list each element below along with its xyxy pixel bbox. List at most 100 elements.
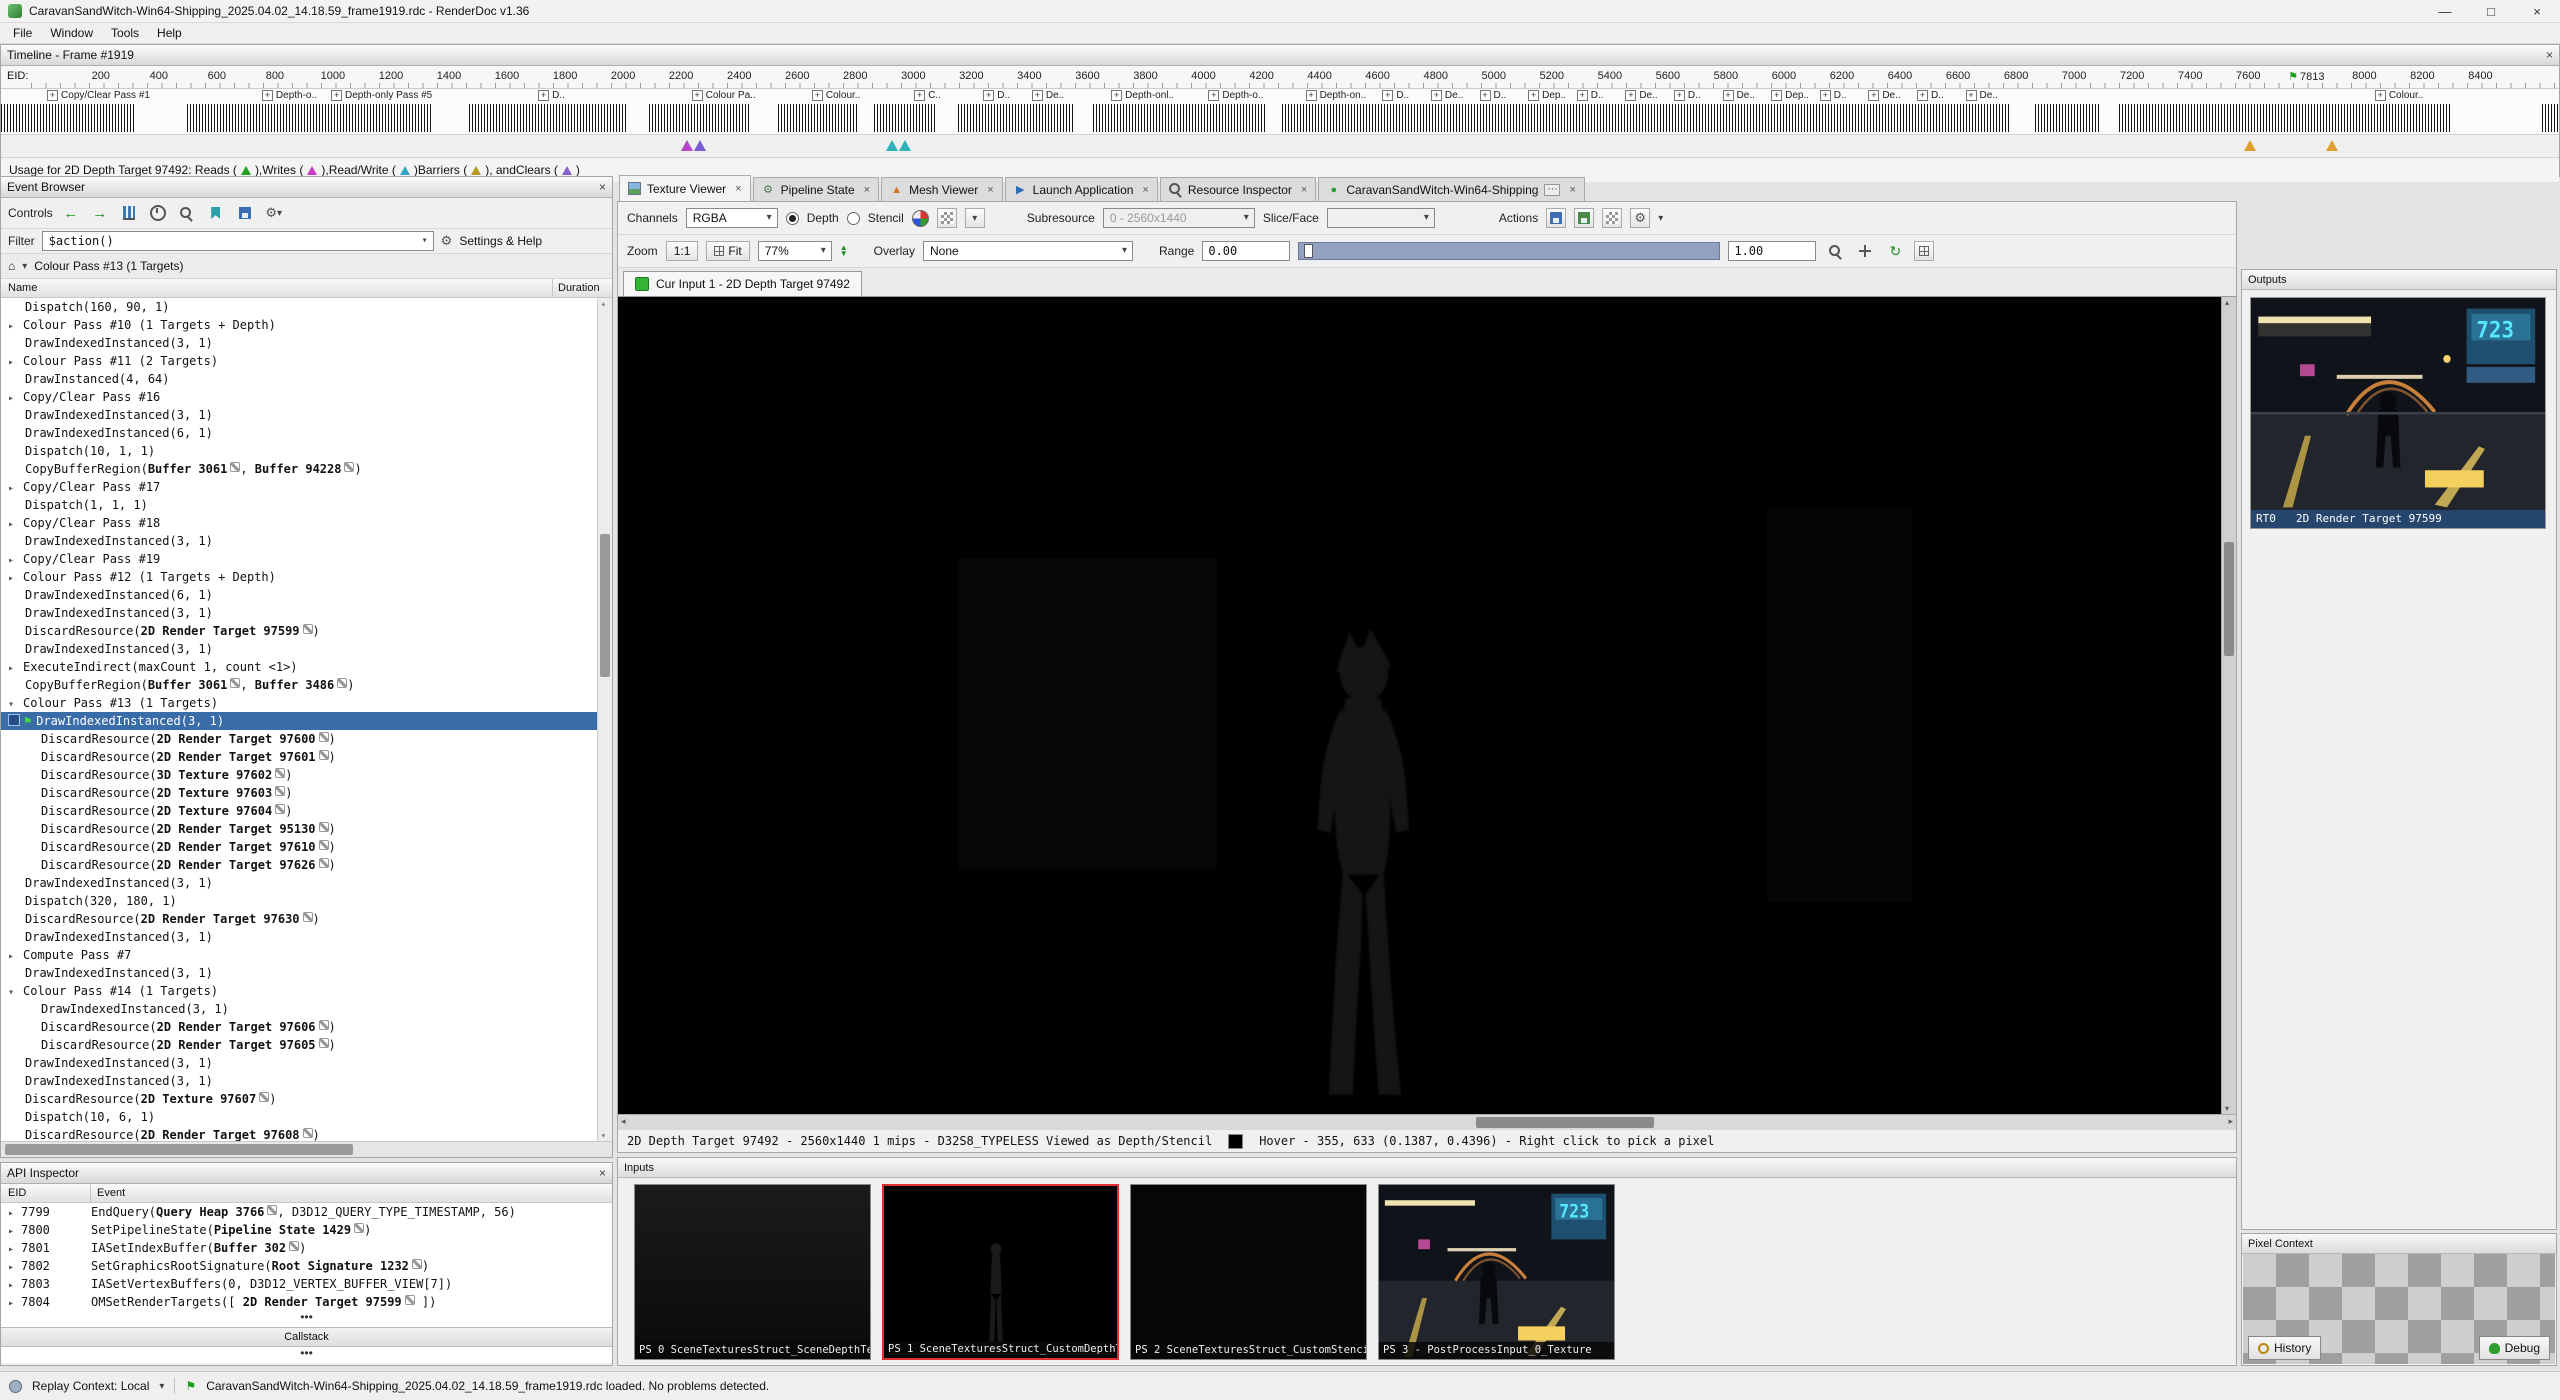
tree-expand-icon[interactable]: ▸ — [8, 390, 23, 406]
maximize-button[interactable]: □ — [2468, 0, 2514, 22]
api-inspector-close-icon[interactable]: × — [599, 1167, 606, 1179]
event-row[interactable]: DrawIndexedInstanced(3, 1) — [1, 928, 598, 946]
flip-y-icon[interactable]: ▲▼ — [840, 245, 848, 257]
eid-tick-label[interactable]: 4800 — [1423, 70, 1447, 82]
timeline-pass-label[interactable]: +Depth-on.. — [1306, 90, 1367, 101]
menu-tools[interactable]: Tools — [102, 24, 148, 42]
expand-plus-icon[interactable]: + — [1480, 90, 1491, 101]
usage-marker-icon[interactable] — [886, 140, 898, 151]
event-row[interactable]: DrawIndexedInstanced(6, 1) — [1, 424, 598, 442]
resource-link-icon[interactable] — [319, 1020, 329, 1030]
expand-plus-icon[interactable]: + — [1868, 90, 1879, 101]
zoom-percent-select[interactable]: 77% — [758, 241, 832, 261]
tab-close-icon[interactable]: × — [1142, 184, 1148, 196]
replay-context-label[interactable]: Replay Context: Local — [32, 1379, 149, 1393]
resource-link-icon[interactable] — [289, 1241, 299, 1251]
eid-tick-label[interactable]: 4600 — [1365, 70, 1389, 82]
stencil-radio[interactable] — [847, 212, 860, 225]
usage-marker-icon[interactable] — [899, 140, 911, 151]
timeline-pass-label[interactable]: +C.. — [914, 90, 941, 101]
expand-plus-icon[interactable]: + — [1382, 90, 1393, 101]
event-row[interactable]: ▸Copy/Clear Pass #16 — [1, 388, 598, 406]
event-row[interactable]: DrawIndexedInstanced(3, 1) — [1, 406, 598, 424]
tab-capture[interactable]: ● CaravanSandWitch-Win64-Shipping ⋯ × — [1318, 177, 1585, 201]
overlay-select[interactable]: None — [923, 241, 1133, 261]
expand-plus-icon[interactable]: + — [1674, 90, 1685, 101]
timeline-pass-label[interactable]: +De.. — [1431, 90, 1463, 101]
eid-tick-label[interactable]: 4000 — [1191, 70, 1215, 82]
range-slider-thumb[interactable] — [1304, 244, 1313, 258]
bookmark-button[interactable] — [205, 201, 227, 225]
usage-marker-icon[interactable] — [694, 140, 706, 151]
timeline-ruler[interactable]: EID: 20040060080010001200140016001800200… — [1, 66, 2559, 89]
scrollbar-thumb[interactable] — [600, 534, 610, 677]
event-row[interactable]: DiscardResource(2D Render Target 97610) — [1, 838, 598, 856]
api-row[interactable]: ▸7802SetGraphicsRootSignature(Root Signa… — [1, 1257, 612, 1275]
callstack-section-header[interactable]: Callstack — [1, 1327, 612, 1347]
timeline-pass-label[interactable]: +Depth-onl.. — [1111, 90, 1174, 101]
event-row[interactable]: ▸Colour Pass #12 (1 Targets + Depth) — [1, 568, 598, 586]
close-button[interactable]: × — [2514, 0, 2560, 22]
event-row[interactable]: ▾Colour Pass #14 (1 Targets) — [1, 982, 598, 1000]
eid-tick-label[interactable]: 3800 — [1133, 70, 1157, 82]
options-button[interactable]: ⚙▾ — [263, 201, 285, 225]
tab-close-icon[interactable]: × — [735, 183, 741, 195]
event-row[interactable]: ▸Copy/Clear Pass #17 — [1, 478, 598, 496]
timeline-pass-label[interactable]: +D.. — [1820, 90, 1847, 101]
event-tree-vscrollbar[interactable]: ▴ ▾ — [597, 298, 612, 1141]
expand-plus-icon[interactable]: + — [1577, 90, 1588, 101]
api-row[interactable]: ▸7804OMSetRenderTargets([ 2D Render Targ… — [1, 1293, 612, 1311]
color-wheel-icon[interactable] — [912, 210, 929, 227]
eid-tick-label[interactable]: 1600 — [495, 70, 519, 82]
menu-file[interactable]: File — [4, 24, 41, 42]
timeline-pass-label[interactable]: +D.. — [1480, 90, 1507, 101]
api-row[interactable]: ▸7801IASetIndexBuffer(Buffer 302) — [1, 1239, 612, 1257]
event-row[interactable]: DiscardResource(2D Render Target 97605) — [1, 1036, 598, 1054]
timeline-pass-label[interactable]: +De.. — [1032, 90, 1064, 101]
event-row[interactable]: DiscardResource(2D Texture 97607) — [1, 1090, 598, 1108]
expand-plus-icon[interactable]: + — [331, 90, 342, 101]
event-row[interactable]: DiscardResource(2D Render Target 95130) — [1, 820, 598, 838]
tab-resource-inspector[interactable]: Resource Inspector × — [1160, 177, 1317, 201]
timeline-bars[interactable]: +Copy/Clear Pass #1+Depth-o..+Depth-only… — [1, 89, 2559, 135]
input-thumbnail-ps0[interactable]: PS 0 SceneTexturesStruct_SceneDepthTextu — [634, 1184, 871, 1360]
output-thumbnail-rt0[interactable]: 723 RT0 2D Render Target 97599 — [2250, 297, 2546, 529]
timeline-pass-label[interactable]: +D.. — [983, 90, 1010, 101]
eid-tick-label[interactable]: 1400 — [437, 70, 461, 82]
range-min-input[interactable]: 0.00 — [1202, 241, 1290, 261]
scroll-down-icon[interactable]: ▾ — [2225, 1104, 2229, 1113]
resource-link-icon[interactable] — [230, 678, 240, 688]
eid-tick-label[interactable]: 3400 — [1017, 70, 1041, 82]
timeline-pass-label[interactable]: +Dep.. — [1771, 90, 1809, 101]
expand-plus-icon[interactable]: + — [914, 90, 925, 101]
event-row[interactable]: DrawIndexedInstanced(3, 1) — [1, 1054, 598, 1072]
eid-tick-label[interactable]: 1800 — [553, 70, 577, 82]
expand-plus-icon[interactable]: + — [1771, 90, 1782, 101]
eid-tick-label[interactable]: 800 — [266, 70, 284, 82]
scroll-right-icon[interactable]: ▸ — [2228, 1116, 2233, 1127]
timeline-pass-label[interactable]: +Dep.. — [1528, 90, 1566, 101]
timeline-pass-label[interactable]: +De.. — [1625, 90, 1657, 101]
event-row[interactable]: DrawIndexedInstanced(3, 1) — [1, 334, 598, 352]
expand-plus-icon[interactable]: + — [1966, 90, 1977, 101]
usage-marker-icon[interactable] — [681, 140, 693, 151]
export-button[interactable] — [234, 201, 256, 225]
input-thumbnail-ps3[interactable]: 723 PS 3 - PostProcessInput_0_Texture — [1378, 1184, 1615, 1360]
event-row[interactable]: ▾Colour Pass #13 (1 Targets) — [1, 694, 598, 712]
resource-link-icon[interactable] — [319, 858, 329, 868]
event-row[interactable]: DiscardResource(2D Render Target 97626) — [1, 856, 598, 874]
eid-tick-label[interactable]: 8000 — [2352, 70, 2376, 82]
expand-plus-icon[interactable]: + — [47, 90, 58, 101]
timeline-pass-label[interactable]: +D.. — [1674, 90, 1701, 101]
expand-plus-icon[interactable]: + — [2375, 90, 2386, 101]
eid-tick-label[interactable]: 4400 — [1307, 70, 1331, 82]
eid-tick-label[interactable]: 3000 — [901, 70, 925, 82]
column-eid[interactable]: EID — [1, 1184, 91, 1202]
slice-face-select[interactable] — [1327, 208, 1435, 228]
tab-close-icon[interactable]: × — [987, 184, 993, 196]
timing-stats-button[interactable] — [118, 201, 140, 225]
resource-link-icon[interactable] — [230, 462, 240, 472]
resource-link-icon[interactable] — [344, 462, 354, 472]
settings-help-link[interactable]: Settings & Help — [459, 234, 542, 248]
resource-link-icon[interactable] — [319, 750, 329, 760]
